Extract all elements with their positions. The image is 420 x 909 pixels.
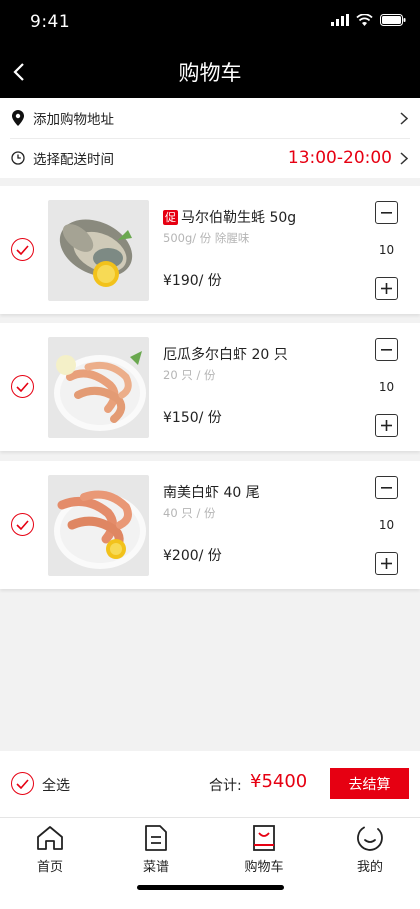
- minus-icon: [381, 211, 392, 214]
- tab-cart[interactable]: 购物车: [229, 823, 299, 875]
- delivery-time-value: 13:00-20:00: [287, 148, 392, 168]
- status-time: 9:41: [30, 12, 71, 32]
- chevron-right-icon: [400, 111, 410, 125]
- select-all-label[interactable]: 全选: [42, 775, 70, 795]
- delivery-time-row[interactable]: 选择配送时间 13:00-20:00: [0, 138, 420, 178]
- wifi-icon: [356, 14, 373, 26]
- quantity-value: 10: [378, 380, 395, 394]
- tab-bar: 首页 菜谱 购物车 我的: [0, 817, 420, 909]
- item-title: 马尔伯勒生蚝 50g: [181, 210, 297, 226]
- item-title: 厄瓜多尔白虾 20 只: [163, 347, 288, 363]
- plus-icon: [381, 420, 392, 431]
- minus-icon: [381, 348, 392, 351]
- location-pin-icon: [10, 109, 26, 127]
- tab-label: 购物车: [244, 860, 284, 875]
- checkmark-icon: [16, 778, 29, 789]
- quantity-value: 10: [378, 518, 395, 532]
- item-name: 厄瓜多尔白虾 20 只: [163, 344, 288, 364]
- signal-icon: [331, 14, 349, 26]
- profile-icon: [355, 823, 385, 853]
- item-image-shrimp[interactable]: [48, 337, 149, 438]
- checkmark-icon: [16, 244, 29, 255]
- plus-icon: [381, 283, 392, 294]
- page-title: 购物车: [178, 61, 242, 85]
- tab-recipes[interactable]: 菜谱: [121, 823, 191, 875]
- chevron-right-icon: [400, 151, 410, 165]
- cart-icon: [249, 823, 279, 853]
- add-address-label: 添加购物地址: [33, 112, 114, 128]
- delivery-time-label: 选择配送时间: [33, 152, 114, 168]
- cart-item: 厄瓜多尔白虾 20 只 20 只 / 份 ¥150/ 份 10: [0, 323, 420, 451]
- increase-quantity-button[interactable]: [375, 414, 398, 437]
- item-spec: 500g/ 份 除腥味: [163, 231, 250, 245]
- tab-label: 首页: [36, 860, 63, 875]
- item-checkbox[interactable]: [11, 375, 34, 398]
- minus-icon: [381, 486, 392, 489]
- decrease-quantity-button[interactable]: [375, 201, 398, 224]
- tab-label: 菜谱: [142, 860, 169, 875]
- item-checkbox[interactable]: [11, 513, 34, 536]
- cart-item: 南美白虾 40 尾 40 只 / 份 ¥200/ 份 10: [0, 461, 420, 589]
- checkmark-icon: [16, 519, 29, 530]
- home-icon: [35, 823, 65, 853]
- increase-quantity-button[interactable]: [375, 552, 398, 575]
- select-all-checkbox[interactable]: [11, 772, 34, 795]
- item-price: ¥150/ 份: [163, 410, 222, 426]
- add-address-row[interactable]: 添加购物地址: [0, 98, 420, 138]
- decrease-quantity-button[interactable]: [375, 338, 398, 361]
- recipe-icon: [141, 823, 171, 853]
- item-name: 南美白虾 40 尾: [163, 482, 260, 502]
- header: 9:41 购物车: [0, 0, 420, 98]
- item-image-oyster[interactable]: [48, 200, 149, 301]
- status-icons: [331, 14, 406, 26]
- home-indicator: [137, 885, 284, 890]
- increase-quantity-button[interactable]: [375, 277, 398, 300]
- item-checkbox[interactable]: [11, 238, 34, 261]
- item-name: 促 马尔伯勒生蚝 50g: [163, 207, 296, 227]
- cart-item: 促 马尔伯勒生蚝 50g 500g/ 份 除腥味 ¥190/ 份 10: [0, 186, 420, 314]
- item-price: ¥190/ 份: [163, 273, 222, 289]
- battery-icon: [380, 14, 406, 26]
- checkout-bar: 全选 合计: ¥5400 去结算: [0, 751, 420, 817]
- checkmark-icon: [16, 381, 29, 392]
- clock-icon: [10, 149, 26, 167]
- item-image-white-shrimp[interactable]: [48, 475, 149, 576]
- total-value: ¥5400: [250, 771, 308, 792]
- tab-label: 我的: [356, 860, 383, 875]
- checkout-button[interactable]: 去结算: [330, 768, 409, 799]
- item-price: ¥200/ 份: [163, 548, 222, 564]
- decrease-quantity-button[interactable]: [375, 476, 398, 499]
- tab-profile[interactable]: 我的: [335, 823, 405, 875]
- total-label: 合计:: [209, 778, 242, 794]
- plus-icon: [381, 558, 392, 569]
- delivery-info-card: 添加购物地址 选择配送时间 13:00-20:00: [0, 98, 420, 178]
- promo-badge: 促: [163, 209, 178, 225]
- quantity-value: 10: [378, 243, 395, 257]
- item-spec: 20 只 / 份: [163, 368, 216, 382]
- item-spec: 40 只 / 份: [163, 506, 216, 520]
- item-title: 南美白虾 40 尾: [163, 485, 260, 501]
- tab-home[interactable]: 首页: [15, 823, 85, 875]
